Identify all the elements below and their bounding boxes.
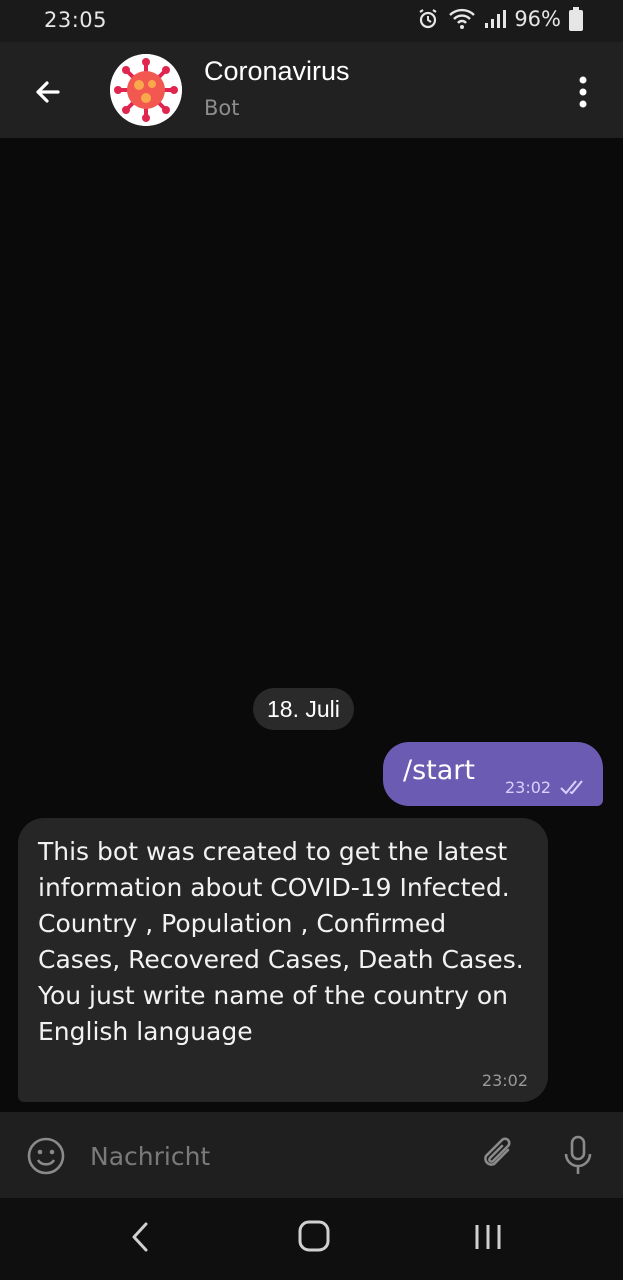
status-time: 23:05 — [44, 8, 108, 32]
outgoing-message[interactable]: /start 23:02 — [383, 742, 603, 806]
nav-back-button[interactable] — [128, 1220, 152, 1258]
smiley-icon — [27, 1137, 65, 1175]
battery-icon — [569, 7, 583, 31]
more-options-button[interactable] — [571, 72, 595, 112]
message-input[interactable] — [88, 1134, 452, 1178]
chevron-left-icon — [132, 1222, 148, 1252]
message-time: 23:02 — [505, 778, 552, 797]
nav-recents-button[interactable] — [472, 1222, 504, 1256]
microphone-icon — [564, 1135, 592, 1174]
chat-area[interactable]: 18. Juli /start 23:02 This bot was creat… — [0, 138, 623, 1112]
microphone-button[interactable] — [562, 1134, 594, 1182]
nav-home-button[interactable] — [296, 1218, 332, 1258]
status-bar: 23:05 96% — [0, 0, 623, 42]
battery-percent: 96% — [514, 7, 561, 31]
system-nav-bar — [0, 1198, 623, 1280]
incoming-message[interactable]: This bot was created to get the latest i… — [18, 818, 548, 1102]
more-vertical-icon — [579, 76, 587, 108]
read-ticks-icon — [559, 778, 589, 800]
wifi-icon — [448, 8, 476, 30]
message-text: /start — [403, 755, 475, 786]
status-icons: 96% — [416, 7, 583, 31]
message-text: This bot was created to get the latest i… — [38, 837, 524, 1046]
back-button[interactable] — [28, 72, 68, 112]
message-composer — [0, 1112, 623, 1198]
home-square-icon — [298, 1220, 330, 1252]
emoji-button[interactable] — [26, 1136, 66, 1180]
chat-header: Coronavirus Bot — [0, 42, 623, 138]
chat-title[interactable]: Coronavirus — [204, 56, 350, 87]
arrow-left-icon — [36, 81, 60, 103]
alarm-icon — [416, 7, 440, 31]
date-separator: 18. Juli — [253, 688, 354, 730]
paperclip-icon — [484, 1137, 511, 1166]
recents-icon — [475, 1225, 501, 1249]
virus-icon — [110, 54, 182, 126]
chat-subtitle: Bot — [204, 96, 240, 120]
signal-icon — [484, 9, 507, 29]
avatar[interactable] — [110, 54, 182, 126]
attach-button[interactable] — [478, 1134, 518, 1182]
message-time: 23:02 — [481, 1071, 528, 1090]
